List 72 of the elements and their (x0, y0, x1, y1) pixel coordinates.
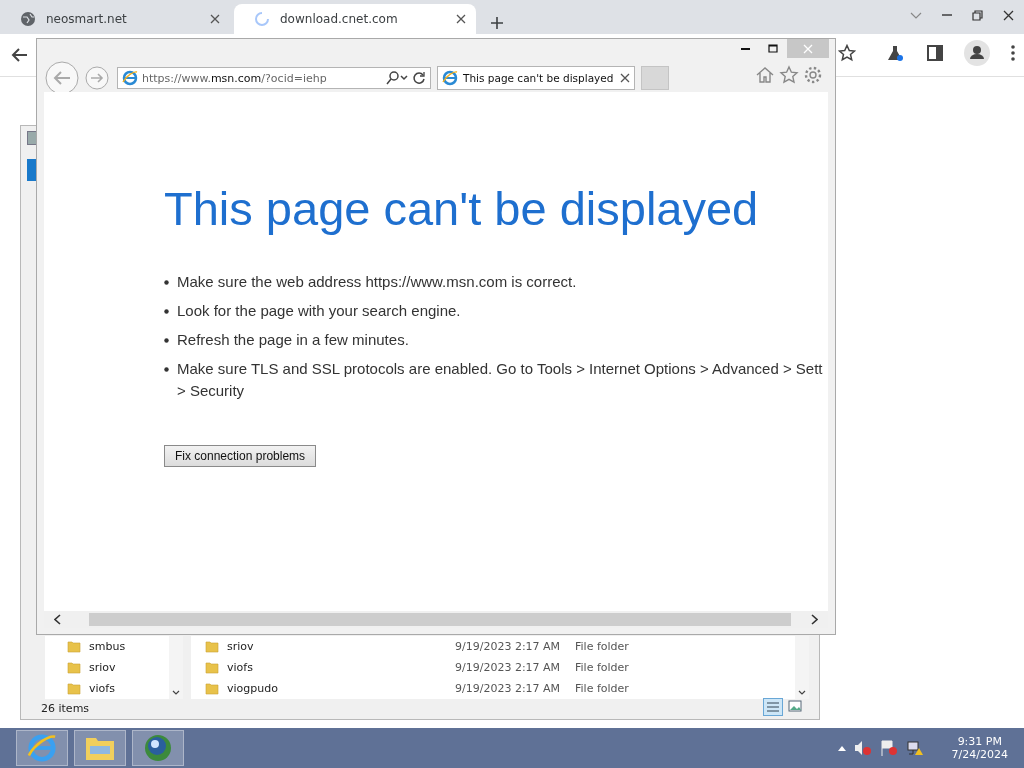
suggestion-text: Refresh the page in a few minutes. (177, 330, 409, 349)
folder-icon (205, 661, 219, 674)
suggestion-text: Make sure the web address https://www.msn.com is correct. (177, 272, 577, 291)
address-bar[interactable]: https://www.msn.com/?ocid=iehp (117, 67, 431, 89)
tree-item[interactable]: smbus (89, 640, 126, 653)
minimize-icon[interactable] (741, 47, 750, 50)
folder-icon (205, 640, 219, 653)
globe-icon (20, 11, 36, 27)
status-text: 26 items (41, 702, 90, 715)
suggestion-text: Make sure TLS and SSL protocols are enabled. Go to Tools > Internet Options > Advanced > Sett (177, 359, 823, 378)
date-modified: 9/19/2023 2:17 AM (455, 640, 562, 653)
loading-spinner-icon (254, 11, 270, 27)
suggestion-text: > Security (177, 381, 246, 400)
scrollbar[interactable] (169, 636, 183, 699)
file-name[interactable]: viogpudo (227, 682, 278, 695)
suggestion-text: Look for the page with your search engine. (177, 301, 461, 320)
browser-tab[interactable]: neosmart.net (0, 4, 230, 34)
browser-tab[interactable]: This page can't be displayed (437, 66, 635, 90)
chevron-down-icon[interactable] (172, 690, 180, 695)
bullet-icon (164, 338, 169, 343)
search-icon[interactable] (386, 71, 408, 85)
globe-icon (143, 733, 173, 763)
refresh-icon[interactable] (412, 71, 426, 85)
close-icon[interactable] (1003, 9, 1014, 21)
file-type: File folder (575, 640, 629, 653)
ie-logo-icon (27, 733, 57, 763)
home-icon[interactable] (755, 65, 775, 85)
star-icon[interactable] (779, 65, 799, 85)
ie-logo-icon (122, 70, 138, 86)
file-type: File folder (575, 682, 629, 695)
thumbnail-view-icon[interactable] (787, 698, 803, 714)
plus-icon[interactable] (490, 16, 504, 30)
folder-icon (67, 661, 81, 674)
browser-tab[interactable]: download.cnet.com (234, 4, 476, 34)
profile-icon[interactable] (964, 40, 990, 66)
close-icon[interactable] (210, 14, 220, 24)
taskbar-button[interactable] (132, 730, 184, 766)
star-icon[interactable] (838, 44, 856, 62)
folder-icon (205, 682, 219, 695)
network-icon[interactable] (905, 740, 924, 756)
close-icon[interactable] (620, 73, 630, 83)
fix-connection-button[interactable]: Fix connection problems (164, 445, 317, 467)
up-arrow-icon[interactable] (837, 745, 846, 751)
flask-icon[interactable] (886, 44, 904, 62)
clock-time[interactable]: 9:31 PM (957, 735, 1002, 748)
bullet-icon (164, 280, 169, 285)
close-icon[interactable] (456, 14, 466, 24)
speaker-muted-icon[interactable] (853, 740, 872, 756)
selection-highlight (27, 159, 37, 181)
bullet-icon (164, 309, 169, 314)
error-heading: This page can't be displayed (164, 181, 759, 236)
back-arrow-icon[interactable] (10, 47, 28, 63)
date-modified: 9/19/2023 2:17 AM (455, 661, 562, 674)
clock-date[interactable]: 7/24/2024 (951, 748, 1008, 761)
tree-item[interactable]: sriov (89, 661, 116, 674)
bullet-icon (164, 367, 169, 372)
folder-icon (67, 682, 81, 695)
menu-icon[interactable] (1010, 44, 1016, 62)
restore-icon[interactable] (972, 9, 983, 21)
file-type: File folder (575, 661, 629, 674)
settings-icon[interactable] (803, 65, 823, 85)
chevron-down-icon[interactable] (798, 690, 806, 695)
side-panel-icon[interactable] (926, 44, 944, 62)
folder-icon (67, 640, 81, 653)
scrollbar[interactable] (795, 636, 809, 699)
date-modified: 9/19/2023 2:17 AM (455, 682, 562, 695)
maximize-icon[interactable] (768, 44, 778, 53)
file-name[interactable]: sriov (227, 640, 254, 653)
flag-icon[interactable] (879, 740, 898, 756)
ie-logo-icon (442, 70, 458, 86)
tree-item[interactable]: viofs (89, 682, 115, 695)
file-name[interactable]: viofs (227, 661, 253, 674)
